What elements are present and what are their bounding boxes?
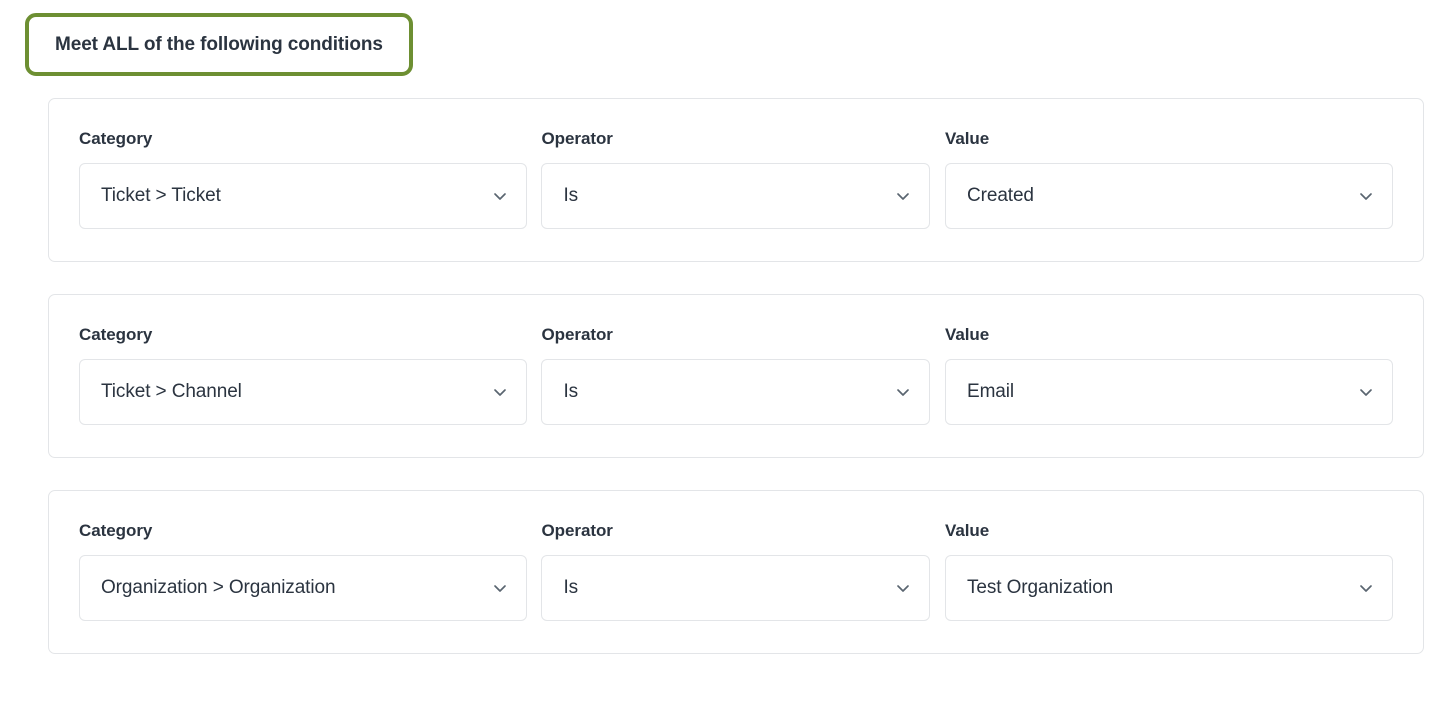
value-label: Value (945, 129, 990, 148)
chevron-down-icon (894, 579, 912, 597)
value-select[interactable]: Test Organization (945, 555, 1393, 621)
value-select-value: Email (967, 381, 1015, 402)
meet-all-conditions-pill[interactable]: Meet ALL of the following conditions (25, 13, 413, 76)
category-select[interactable]: Ticket > Channel (79, 359, 527, 425)
operator-select[interactable]: Is (541, 555, 931, 621)
condition-fields-row: Category Ticket > Ticket Operator Is Val… (79, 129, 1393, 229)
value-field: Value Test Organization (945, 521, 1393, 621)
category-field: Category Organization > Organization (79, 521, 541, 621)
value-label: Value (945, 521, 990, 540)
operator-select-value: Is (563, 185, 579, 206)
value-label: Value (945, 325, 990, 344)
chevron-down-icon (1357, 383, 1375, 401)
category-select[interactable]: Organization > Organization (79, 555, 527, 621)
category-field: Category Ticket > Ticket (79, 129, 541, 229)
condition-fields-row: Category Ticket > Channel Operator Is Va… (79, 325, 1393, 425)
category-select-value: Organization > Organization (101, 577, 336, 598)
condition-card: Category Ticket > Channel Operator Is Va… (48, 294, 1424, 458)
value-select[interactable]: Email (945, 359, 1393, 425)
operator-select[interactable]: Is (541, 163, 931, 229)
category-label: Category (79, 325, 153, 344)
condition-card: Category Organization > Organization Ope… (48, 490, 1424, 654)
operator-field: Operator Is (541, 521, 945, 621)
chevron-down-icon (1357, 579, 1375, 597)
category-label: Category (79, 521, 153, 540)
value-select[interactable]: Created (945, 163, 1393, 229)
chevron-down-icon (491, 579, 509, 597)
operator-select[interactable]: Is (541, 359, 931, 425)
chevron-down-icon (894, 187, 912, 205)
category-label: Category (79, 129, 153, 148)
chevron-down-icon (894, 383, 912, 401)
operator-label: Operator (541, 521, 613, 540)
category-select-value: Ticket > Channel (101, 381, 242, 402)
value-field: Value Email (945, 325, 1393, 425)
conditions-list: Category Ticket > Ticket Operator Is Val… (48, 98, 1424, 654)
conditions-builder-page: Meet ALL of the following conditions Cat… (0, 0, 1452, 720)
condition-fields-row: Category Organization > Organization Ope… (79, 521, 1393, 621)
operator-field: Operator Is (541, 325, 945, 425)
operator-field: Operator Is (541, 129, 945, 229)
operator-label: Operator (541, 129, 613, 148)
condition-card: Category Ticket > Ticket Operator Is Val… (48, 98, 1424, 262)
operator-select-value: Is (563, 577, 579, 598)
value-select-value: Test Organization (967, 577, 1114, 598)
operator-label: Operator (541, 325, 613, 344)
chevron-down-icon (1357, 187, 1375, 205)
category-select-value: Ticket > Ticket (101, 185, 221, 206)
conditions-header: Meet ALL of the following conditions (25, 13, 413, 76)
chevron-down-icon (491, 383, 509, 401)
value-select-value: Created (967, 185, 1034, 206)
category-select[interactable]: Ticket > Ticket (79, 163, 527, 229)
chevron-down-icon (491, 187, 509, 205)
value-field: Value Created (945, 129, 1393, 229)
category-field: Category Ticket > Channel (79, 325, 541, 425)
operator-select-value: Is (563, 381, 579, 402)
meet-all-conditions-label: Meet ALL of the following conditions (55, 33, 383, 55)
